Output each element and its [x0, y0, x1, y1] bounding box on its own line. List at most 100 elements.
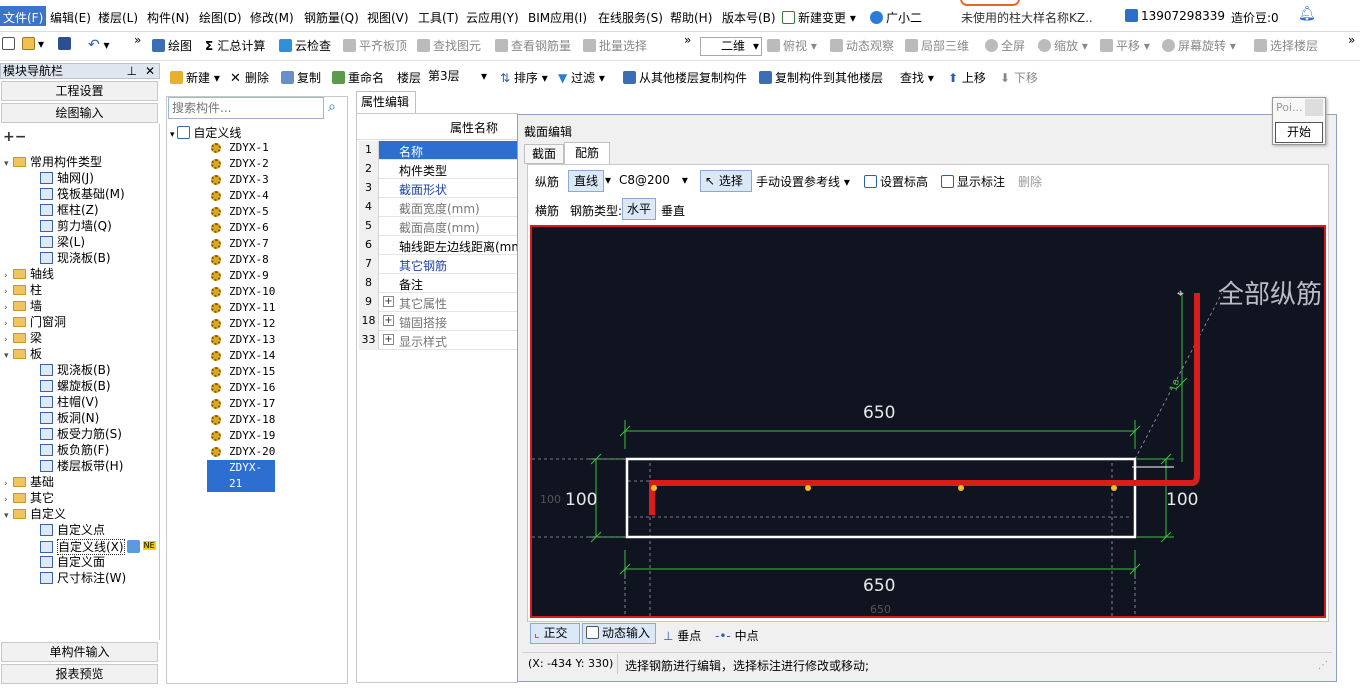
menu-component[interactable]: 构件(N) [147, 9, 189, 26]
show-label-button[interactable]: 显示标注 [941, 173, 1005, 190]
menu-online[interactable]: 在线服务(S) [598, 9, 663, 26]
select-floor-button[interactable]: 选择楼层 [1254, 37, 1318, 54]
expand-icon[interactable]: + [383, 315, 394, 326]
concrete-section[interactable] [625, 457, 1137, 539]
nav-tree-item[interactable]: 板洞(N) [40, 410, 99, 426]
rotate-button[interactable]: 屏幕旋转 ▾ [1162, 37, 1236, 54]
tab-section[interactable]: 截面 [524, 144, 564, 164]
account-button[interactable]: 13907298339 [1125, 9, 1225, 23]
new-component-button[interactable]: 新建 ▾ [170, 69, 220, 86]
find-element-button[interactable]: 查找图元 [417, 37, 481, 54]
pan-button[interactable]: 平移 ▾ [1100, 37, 1150, 54]
component-item[interactable]: ZDYX-8 [229, 252, 269, 268]
component-root[interactable]: ▾ 自定义线 [170, 124, 241, 141]
props-tab[interactable]: 属性编辑 [356, 91, 416, 113]
menu-floor[interactable]: 楼层(L) [98, 9, 138, 26]
component-item[interactable]: ZDYX-3 [229, 172, 269, 188]
component-item[interactable]: ZDYX-16 [229, 380, 275, 396]
props-row[interactable]: 18 + 锚固搭接 [359, 312, 519, 331]
component-item[interactable]: ZDYX-1 [229, 140, 269, 156]
undo-icon[interactable]: ↶ ▾ [88, 37, 110, 53]
close-icon[interactable]: ✕ [145, 64, 155, 78]
nav-tree-item[interactable]: 板负筋(F) [40, 442, 109, 458]
nav-tree-item[interactable]: 自定义点 [40, 522, 105, 538]
menu-modify[interactable]: 修改(M) [250, 9, 294, 26]
delete-button[interactable]: ✕ 删除 [230, 69, 269, 86]
pin-icon[interactable]: ⊥ [127, 64, 137, 78]
menu-version[interactable]: 版本号(B) [722, 9, 776, 26]
rename-button[interactable]: 重命名 [332, 69, 384, 86]
report-preview-button[interactable]: 报表预览 [1, 664, 158, 684]
props-row[interactable]: 9 + 其它属性 [359, 293, 519, 312]
zoom-button[interactable]: 缩放 ▾ [1038, 37, 1088, 54]
component-item[interactable]: ZDYX-17 [229, 396, 275, 412]
tab-rebar[interactable]: 配筋 [564, 142, 610, 165]
bell-icon[interactable]: 🔔︎ [1298, 6, 1316, 22]
nav-tree-item[interactable]: 尺寸标注(W) [40, 570, 126, 586]
ortho-button[interactable]: ⌞ 正交 [530, 623, 580, 644]
notice-text[interactable]: 未使用的柱大样名称KZ.. [961, 9, 1093, 26]
find-button[interactable]: 查找 ▾ [900, 69, 934, 86]
component-item[interactable]: ZDYX-5 [229, 204, 269, 220]
props-row[interactable]: 5 截面高度(mm) [359, 217, 519, 236]
move-down-button[interactable]: ⬇ 下移 [1000, 69, 1038, 86]
select-button[interactable]: ↖ 选择 [700, 170, 752, 192]
search-icon[interactable]: ⌕ [328, 99, 336, 115]
expand-icon[interactable]: + [383, 296, 394, 307]
set-elevation-button[interactable]: 设置标高 [864, 173, 928, 190]
toolbar-overflow-icon[interactable]: » [134, 33, 141, 47]
component-item[interactable]: ZDYX-11 [229, 300, 275, 316]
rebar-spec-select[interactable]: C8@200 ▾ [619, 173, 688, 187]
component-item[interactable]: ZDYX-15 [229, 364, 275, 380]
midpoint-button[interactable]: -•- 中点 [715, 627, 759, 644]
perpendicular-button[interactable]: ⊥ 垂点 [663, 627, 701, 644]
filter-button[interactable]: ▼ 过滤 ▾ [558, 69, 605, 86]
rebar-path[interactable] [649, 293, 1200, 515]
poi-close-button[interactable] [1305, 99, 1323, 116]
flat-top-button[interactable]: 平齐板顶 [343, 37, 407, 54]
menu-file[interactable]: 文件(F) [0, 6, 47, 26]
component-item[interactable]: ZDYX-9 [229, 268, 269, 284]
props-row[interactable]: 33 + 显示样式 [359, 331, 519, 350]
menu-view[interactable]: 视图(V) [367, 9, 409, 26]
menu-tools[interactable]: 工具(T) [418, 9, 459, 26]
line-mode-button[interactable]: 直线 [568, 170, 604, 192]
component-item[interactable]: ZDYX-19 [229, 428, 275, 444]
props-row[interactable]: 6 轴线距左边线距离(mm) [359, 236, 528, 255]
nav-tree-item[interactable]: 轴网(J) [40, 170, 94, 186]
menu-draw[interactable]: 绘图(D) [199, 9, 242, 26]
start-button[interactable]: 开始 [1275, 122, 1323, 143]
component-search-input[interactable] [168, 97, 324, 119]
nav-tree-item[interactable]: 现浇板(B) [40, 250, 111, 266]
props-row[interactable]: 8 备注 [359, 274, 519, 293]
props-row[interactable]: 2 构件类型 [359, 160, 519, 179]
component-item[interactable]: ZDYX-4 [229, 188, 269, 204]
view-mode-select[interactable]: 二维 ▾ [700, 37, 762, 56]
dim-top-text[interactable]: 650 [863, 403, 895, 423]
floor-select[interactable]: 第3层 ▾ [425, 67, 491, 87]
nav-tree-item[interactable]: 自定义线(X) NE [40, 538, 156, 555]
batch-select-button[interactable]: 批量选择 [583, 37, 647, 54]
nav-tree-item[interactable]: 柱帽(V) [40, 394, 99, 410]
resize-grip-icon[interactable]: ⋰ [1318, 660, 1328, 671]
menu-cloud[interactable]: 云应用(Y) [466, 9, 519, 26]
menu-help[interactable]: 帮助(H) [670, 9, 712, 26]
component-item[interactable]: ZDYX-6 [229, 220, 269, 236]
nav-tree-item[interactable]: 梁(L) [40, 234, 85, 250]
vertical-button[interactable]: 垂直 [661, 202, 685, 219]
chevron-down-icon[interactable]: ▾ [4, 156, 13, 172]
nav-tree-item[interactable]: 自定义面 [40, 554, 105, 570]
component-item[interactable]: ZDYX-21 [207, 460, 275, 492]
dim-bottom-text[interactable]: 650 [863, 576, 895, 596]
copy-from-floor-button[interactable]: 从其他楼层复制构件 [623, 69, 747, 86]
dynamic-view-button[interactable]: 动态观察 [830, 37, 894, 54]
drawing-input-button[interactable]: 绘图输入 [1, 103, 158, 123]
nav-tree-item[interactable]: 板受力筋(S) [40, 426, 122, 442]
chevron-down-icon[interactable]: ▾ [4, 348, 13, 364]
toolbar-overflow-icon-3[interactable]: » [1348, 33, 1355, 47]
component-item[interactable]: ZDYX-2 [229, 156, 269, 172]
menu-bim[interactable]: BIM应用(I) [528, 9, 587, 26]
component-item[interactable]: ZDYX-13 [229, 332, 275, 348]
expand-all-icon[interactable]: +− [3, 129, 26, 145]
project-settings-button[interactable]: 工程设置 [1, 81, 158, 101]
